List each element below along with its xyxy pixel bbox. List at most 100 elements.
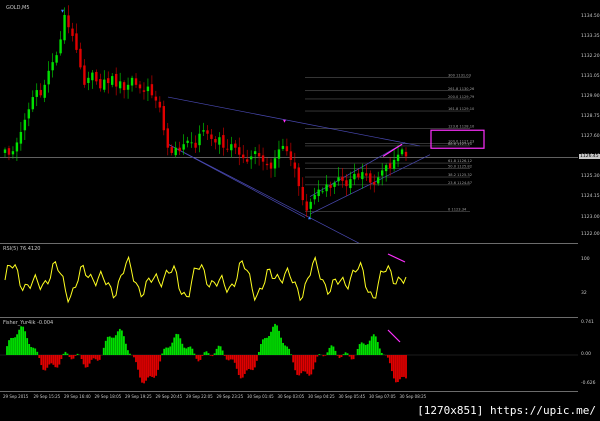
price-scale-label: 1122.00 — [581, 232, 600, 237]
candle-body — [273, 158, 277, 169]
channel-top-line — [167, 96, 421, 147]
candle-body — [289, 151, 293, 160]
candle-body — [63, 14, 66, 41]
candle-body — [130, 77, 134, 86]
price-scale-label: 1127.60 — [581, 134, 600, 140]
fisher-bar — [167, 347, 170, 355]
candle-body — [146, 86, 150, 92]
rsi-panel[interactable]: RSI(5) 76.4120 — [0, 243, 578, 318]
fisher-bar — [112, 337, 115, 355]
candle-body — [158, 101, 162, 108]
main-chart-panel[interactable]: 300 1131.03 261.8 1130.26 200.0 1129.79 161… — [0, 0, 578, 243]
fisher-bar — [175, 333, 178, 355]
fisher-bar — [50, 355, 53, 364]
time-axis-label: 29 Sep 15:25 — [33, 394, 61, 399]
candle-body — [75, 33, 78, 50]
candle-body — [47, 70, 50, 85]
fisher-bar — [66, 353, 69, 355]
fisher-bar — [346, 353, 349, 355]
rsi-axis[interactable]: 100 32 — [578, 243, 600, 317]
fisher-axis[interactable]: 0.741 0.00 -0.626 — [578, 317, 600, 391]
candle-body — [51, 62, 54, 71]
candle-body — [95, 71, 98, 82]
fisher-chart — [0, 323, 578, 384]
fisher-bar — [262, 339, 264, 355]
fisher-bar — [6, 346, 8, 355]
candle-body — [39, 89, 42, 96]
candle-body — [87, 77, 90, 83]
candle-body — [91, 72, 94, 81]
candle-body — [388, 163, 392, 169]
candle-body — [142, 90, 146, 92]
fisher-bar — [300, 355, 303, 374]
candle-body — [392, 159, 396, 169]
candle-body — [202, 130, 205, 132]
fisher-bar — [185, 348, 188, 355]
rsi-line — [4, 255, 407, 304]
fisher-bar — [274, 323, 276, 355]
candle-body — [333, 182, 336, 187]
fisher-bar — [380, 352, 383, 355]
fib-level-label: 50.0 1125.82 — [448, 164, 472, 168]
candle-body — [35, 90, 38, 97]
candle-body — [261, 155, 265, 162]
fib-level-label: 0 1123.34 — [448, 208, 467, 212]
rising-channel-top — [309, 142, 406, 197]
fisher-bar — [314, 355, 317, 363]
fisher-bar — [257, 351, 260, 355]
fisher-bar — [161, 353, 164, 355]
fisher-bar — [264, 338, 266, 355]
fisher-bar — [366, 344, 369, 355]
fisher-bar — [296, 355, 299, 375]
fisher-bar — [207, 353, 210, 355]
candle-body — [178, 147, 181, 152]
candle-body — [138, 84, 142, 89]
price-axis[interactable]: 1134.50 1133.35 1132.20 1131.05 1129.90 1128.… — [578, 0, 600, 243]
fisher-panel[interactable]: Fisher_Yur4ik -0.004 — [0, 317, 578, 392]
fisher-bar — [22, 326, 25, 355]
candle-body — [107, 78, 110, 84]
candle-body — [345, 180, 348, 187]
candle-body — [7, 148, 11, 155]
fisher-bar — [18, 329, 21, 355]
candle-body — [257, 153, 261, 157]
time-axis-label: 30 Sep 03:05 — [277, 394, 305, 399]
fisher-bar — [48, 355, 51, 365]
fisher-bar — [302, 355, 305, 372]
fisher-bar — [251, 355, 254, 371]
time-axis-label: 29 Sep 18:05 — [94, 394, 122, 399]
fisher-bar — [378, 348, 381, 355]
candle-body — [59, 39, 62, 54]
fisher-bar — [30, 347, 33, 355]
fisher-bar — [253, 355, 256, 368]
time-axis-label: 30 Sep 05:45 — [338, 394, 366, 399]
fisher-bar — [362, 343, 365, 355]
time-axis-label: 29 Sep 19:25 — [125, 394, 152, 399]
fisher-bar — [376, 342, 379, 355]
fisher-bar — [294, 355, 297, 371]
fisher-bar — [149, 355, 151, 377]
candle-body — [230, 144, 233, 151]
fisher-bar — [306, 355, 309, 374]
fisher-bar — [241, 355, 244, 378]
fisher-bar — [197, 355, 200, 362]
fisher-bar — [284, 345, 286, 355]
fisher-bar — [32, 347, 35, 355]
fisher-bar — [122, 336, 125, 355]
fisher-bar — [173, 337, 176, 355]
fisher-bar — [255, 355, 258, 361]
time-axis[interactable]: 29 Sep 2015 29 Sep 15:25 29 Sep 16:40 29 Se… — [0, 391, 578, 404]
fisher-bar — [16, 334, 18, 355]
fisher-bar — [38, 355, 41, 359]
candle-body — [150, 84, 154, 96]
fisher-bar — [40, 355, 43, 366]
fisher-bar — [286, 346, 289, 355]
candle-body — [218, 137, 221, 145]
fisher-bar — [193, 353, 196, 355]
candle-body — [154, 96, 158, 101]
fisher-bar — [298, 355, 301, 376]
fisher-bar — [231, 355, 234, 360]
fisher-bar — [330, 345, 333, 355]
fib-level-label: 123.6 1128.10 — [448, 124, 475, 128]
rsi-title: RSI(5) 76.4120 — [3, 246, 41, 252]
